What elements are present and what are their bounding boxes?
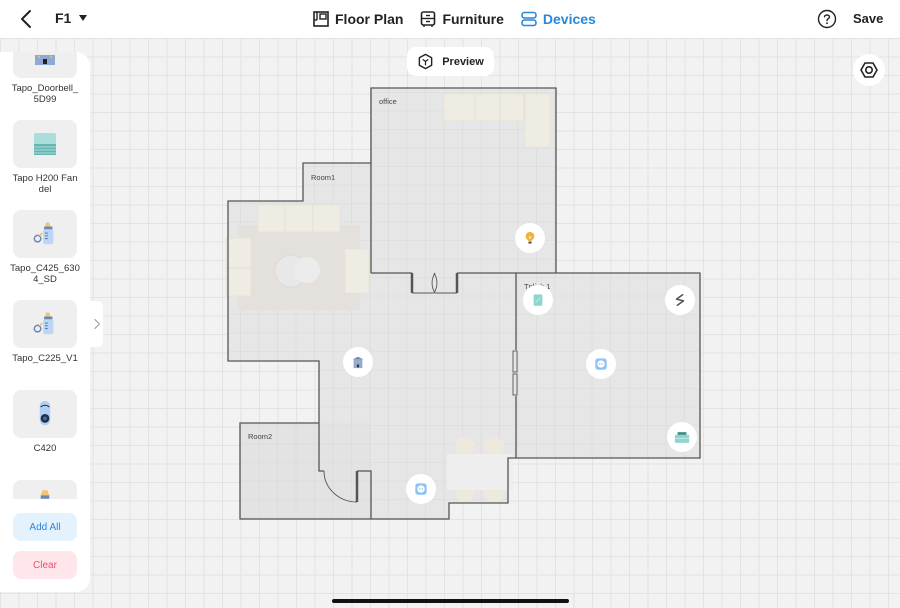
sidebar-toggle-button[interactable] [90, 301, 103, 347]
devices-icon [521, 11, 537, 27]
floor-plan-canvas[interactable] [0, 38, 900, 608]
tab-devices-label: Devices [542, 11, 596, 27]
baby-bottle-icon [33, 222, 54, 245]
device-item-c225[interactable]: Tapo_C225_V1 [12, 300, 78, 364]
device-thumb [13, 300, 77, 348]
tab-floor-plan[interactable]: Floor Plan [312, 10, 403, 28]
device-name: Tapo_C225_V1 [12, 353, 78, 364]
device-item-partial[interactable] [13, 480, 77, 499]
tab-furniture-label: Furniture [442, 11, 504, 27]
device-list[interactable]: Tapo_Doorbell_5D99 Tapo H200 Fandel Tapo… [0, 52, 90, 499]
device-item-c420[interactable]: C420 [13, 390, 77, 454]
device-thumb [13, 480, 77, 499]
room-label-office: office [379, 97, 397, 106]
baby-bottle-icon [40, 490, 50, 499]
device-box-icon [674, 431, 690, 443]
top-bar: F1 Floor Plan Furniture Devices Save [0, 0, 900, 38]
chevron-left-icon [21, 10, 31, 28]
device-name: Tapo_C425_6304_SD [10, 263, 80, 285]
placed-device-ir-remote[interactable] [667, 422, 697, 452]
mode-tabs: Floor Plan Furniture Devices [312, 0, 596, 38]
baby-bottle-icon [33, 312, 54, 335]
camera-icon [39, 400, 51, 426]
device-name: C420 [33, 443, 57, 454]
hub-icon [533, 294, 543, 306]
tab-floor-plan-label: Floor Plan [335, 11, 404, 27]
light-bulb-icon [525, 231, 535, 244]
doorbell-icon [35, 55, 55, 65]
add-all-button[interactable]: Add All [13, 513, 77, 541]
caret-down-icon [79, 15, 88, 21]
help-button[interactable] [817, 9, 837, 29]
plug-icon [415, 483, 427, 495]
placed-device-switch[interactable] [665, 285, 695, 315]
tab-furniture[interactable]: Furniture [419, 10, 504, 28]
doorbell-icon [352, 356, 364, 369]
device-item-h200[interactable]: Tapo H200 Fandel [13, 120, 77, 195]
room-label-room1: Room1 [311, 173, 336, 182]
preview-label: Preview [442, 55, 484, 68]
device-thumb [13, 390, 77, 438]
placed-device-hub[interactable] [523, 285, 553, 315]
floor-selector[interactable]: F1 [55, 10, 88, 26]
device-thumb [13, 120, 77, 168]
room-label-room2: Room2 [248, 432, 273, 441]
device-thumb [13, 52, 77, 78]
chevron-right-icon [93, 318, 100, 330]
plug-icon [595, 358, 607, 370]
switch-icon [675, 293, 685, 307]
floor-label: F1 [55, 10, 72, 26]
help-icon [817, 9, 837, 29]
clear-button[interactable]: Clear [13, 551, 77, 579]
device-thumb [13, 210, 77, 258]
hub-icon [34, 133, 56, 155]
preview-button[interactable]: Preview [407, 47, 494, 76]
device-item-c425[interactable]: Tapo_C425_6304_SD [10, 210, 80, 285]
save-button[interactable]: Save [853, 11, 883, 26]
device-name: Tapo H200 Fandel [12, 173, 78, 195]
device-name: Tapo_Doorbell_5D99 [11, 83, 79, 105]
furniture-icon [421, 11, 436, 27]
placed-device-plug[interactable] [586, 349, 616, 379]
placed-device-light-bulb[interactable] [515, 223, 545, 253]
settings-hexagon-icon [860, 62, 878, 78]
device-sidebar: Tapo_Doorbell_5D99 Tapo H200 Fandel Tapo… [0, 52, 90, 592]
home-indicator[interactable] [332, 599, 569, 603]
3d-cube-icon [418, 53, 433, 70]
placed-device-plug-2[interactable] [406, 474, 436, 504]
back-button[interactable] [16, 8, 38, 30]
settings-button[interactable] [853, 54, 885, 86]
placed-device-doorbell[interactable] [343, 347, 373, 377]
floor-plan-icon [313, 11, 329, 27]
tab-devices[interactable]: Devices [520, 10, 596, 28]
device-item-doorbell[interactable]: Tapo_Doorbell_5D99 [11, 52, 79, 105]
